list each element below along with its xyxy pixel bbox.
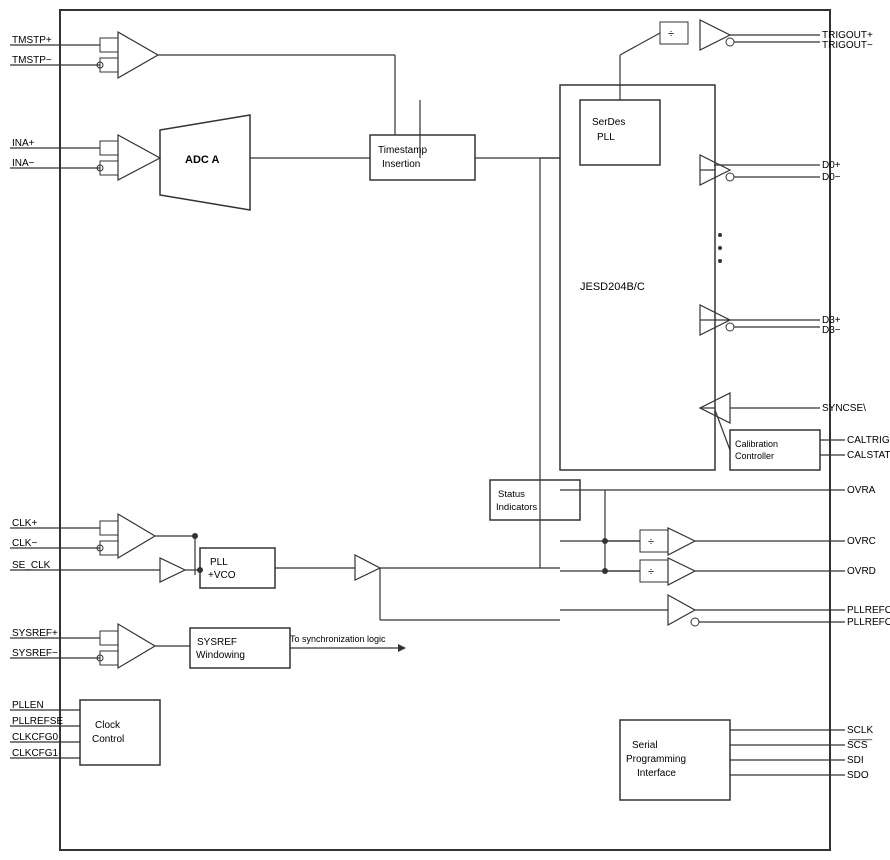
svg-text:Insertion: Insertion bbox=[382, 159, 420, 170]
svg-text:Indicators: Indicators bbox=[496, 502, 537, 513]
label-scs: S͞C͞S͞ bbox=[847, 739, 873, 751]
label-divide-3: ÷ bbox=[648, 566, 654, 578]
label-pllrefo-minus: PLLREFO− bbox=[847, 617, 890, 628]
label-pllrefse: PLLREFSE bbox=[12, 716, 63, 727]
label-ovra: OVRA bbox=[847, 485, 876, 496]
svg-text:PLL: PLL bbox=[597, 132, 615, 143]
label-divide-2: ÷ bbox=[648, 536, 654, 548]
label-clk-minus: CLK− bbox=[12, 538, 37, 549]
label-status-indicators: Status bbox=[498, 489, 525, 500]
label-serdes-pll: SerDes bbox=[592, 117, 625, 128]
label-caltrig: CALTRIG bbox=[847, 435, 890, 446]
label-syncse: SYNCSE\ bbox=[822, 403, 866, 414]
label-d3-minus: D3− bbox=[822, 325, 841, 336]
label-ovrd: OVRD bbox=[847, 566, 876, 577]
label-sysref-plus: SYSREF+ bbox=[12, 628, 58, 639]
label-clkcfg0: CLKCFG0 bbox=[12, 732, 59, 743]
label-to-sync-logic: To synchronization logic bbox=[290, 634, 386, 644]
label-clkcfg1: CLKCFG1 bbox=[12, 748, 59, 759]
svg-text:Programming: Programming bbox=[626, 754, 686, 765]
label-se-clk: SE_CLK bbox=[12, 560, 51, 571]
label-ina-minus: INA− bbox=[12, 158, 35, 169]
label-jesd204bc: JESD204B/C bbox=[580, 281, 645, 293]
label-d0-minus: D0− bbox=[822, 172, 841, 183]
label-tmstp-minus: TMSTP− bbox=[12, 55, 52, 66]
label-pll-vco: PLL bbox=[210, 557, 228, 568]
label-divide-1: ÷ bbox=[668, 28, 674, 40]
label-sysref-minus: SYSREF− bbox=[12, 648, 58, 659]
label-pllen: PLLEN bbox=[12, 700, 44, 711]
label-sdi: SDI bbox=[847, 755, 864, 766]
label-pllrefo-plus: PLLREFO+ bbox=[847, 605, 890, 616]
diagram-container: TMSTP+ TMSTP− INA+ INA− ADC A bbox=[0, 0, 890, 860]
label-tmstp-plus: TMSTP+ bbox=[12, 35, 52, 46]
label-serial-programming: Serial bbox=[632, 740, 658, 751]
label-calibration-controller: Calibration bbox=[735, 439, 778, 449]
label-sysref-windowing: SYSREF bbox=[197, 637, 237, 648]
svg-text:Controller: Controller bbox=[735, 451, 774, 461]
label-sclk: SCLK bbox=[847, 725, 873, 736]
label-clk-plus: CLK+ bbox=[12, 518, 37, 529]
label-ovrc: OVRC bbox=[847, 536, 876, 547]
svg-text:Interface: Interface bbox=[637, 768, 676, 779]
label-d0-plus: D0+ bbox=[822, 160, 841, 171]
label-calstat: CALSTAT bbox=[847, 450, 890, 461]
svg-text:Windowing: Windowing bbox=[196, 650, 245, 661]
label-adc-a: ADC A bbox=[185, 154, 219, 166]
label-ina-plus: INA+ bbox=[12, 138, 35, 149]
svg-text:+VCO: +VCO bbox=[208, 570, 236, 581]
label-clock-control: Clock bbox=[95, 720, 121, 731]
label-sdo: SDO bbox=[847, 770, 869, 781]
svg-text:Control: Control bbox=[92, 734, 124, 745]
label-trigout-minus: TRIGOUT− bbox=[822, 40, 873, 51]
